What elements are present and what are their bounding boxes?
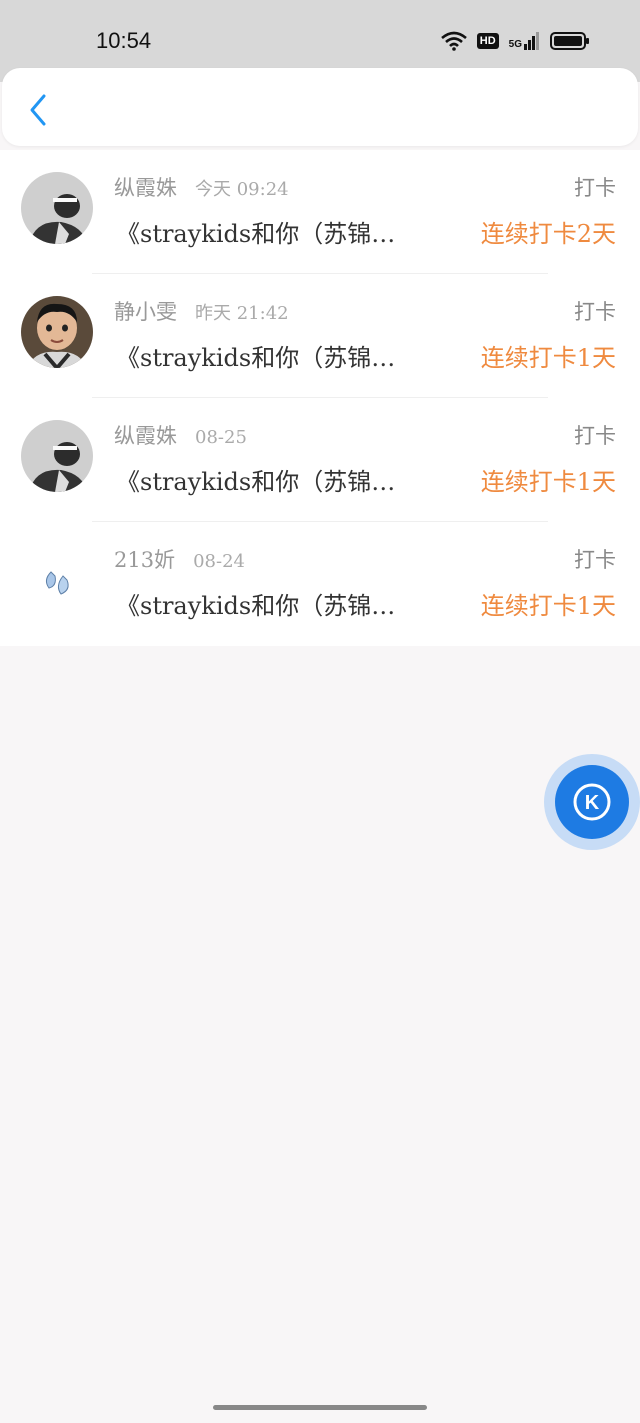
record-time: 08-25 xyxy=(195,427,247,448)
list-item[interactable]: 纵霞姝 今天 09:24 打卡 《straykids和你（苏锦… 连续打卡2天 xyxy=(0,150,640,274)
k-logo-icon[interactable]: K xyxy=(555,765,629,839)
k-letter: K xyxy=(585,792,600,814)
avatar[interactable] xyxy=(21,420,93,492)
signal-5g-icon: 5G xyxy=(509,32,540,50)
hd-icon: HD xyxy=(476,33,499,49)
status-time: 10:54 xyxy=(96,28,152,53)
status-icons: HD 5G xyxy=(440,28,590,54)
list-item[interactable]: 纵霞姝 08-25 打卡 《straykids和你（苏锦… 连续打卡1天 xyxy=(0,398,640,522)
user-name: 纵霞姝 08-25 xyxy=(114,424,247,448)
checkin-tag: 打卡 xyxy=(574,300,616,324)
avatar[interactable] xyxy=(21,172,93,244)
list-item[interactable]: 213妡 08-24 打卡 《straykids和你（苏锦… 连续打卡1天 xyxy=(0,522,640,646)
record-time: 08-24 xyxy=(193,551,245,572)
home-indicator[interactable] xyxy=(213,1405,427,1410)
user-name: 213妡 08-24 xyxy=(114,548,245,572)
streak-label: 连续打卡1天 xyxy=(480,592,616,620)
user-name: 静小雯 昨天 21:42 xyxy=(114,300,289,324)
checkin-tag: 打卡 xyxy=(574,548,616,572)
avatar[interactable] xyxy=(21,544,93,616)
list-item[interactable]: 静小雯 昨天 21:42 打卡 《straykids和你（苏锦… 连续打卡1天 xyxy=(0,274,640,398)
checkin-tag: 打卡 xyxy=(574,424,616,448)
checkin-tag: 打卡 xyxy=(574,176,616,200)
nav-bar xyxy=(2,68,638,146)
user-name: 纵霞姝 今天 09:24 xyxy=(114,176,289,200)
book-title: 《straykids和你（苏锦… xyxy=(116,220,396,248)
wifi-icon xyxy=(440,31,467,51)
record-time: 昨天 21:42 xyxy=(195,303,289,324)
streak-label: 连续打卡1天 xyxy=(480,344,616,372)
streak-label: 连续打卡1天 xyxy=(480,468,616,496)
network-label: 5G xyxy=(508,39,522,50)
book-title: 《straykids和你（苏锦… xyxy=(116,468,396,496)
record-time: 今天 09:24 xyxy=(195,179,289,200)
avatar[interactable] xyxy=(21,296,93,368)
floating-action-button[interactable]: K xyxy=(544,754,640,850)
battery-icon xyxy=(550,32,589,50)
chevron-left-icon[interactable] xyxy=(24,92,54,128)
book-title: 《straykids和你（苏锦… xyxy=(116,592,396,620)
book-title: 《straykids和你（苏锦… xyxy=(116,344,396,372)
streak-label: 连续打卡2天 xyxy=(480,220,616,248)
checkin-list: 纵霞姝 今天 09:24 打卡 《straykids和你（苏锦… 连续打卡2天 静… xyxy=(0,150,640,646)
